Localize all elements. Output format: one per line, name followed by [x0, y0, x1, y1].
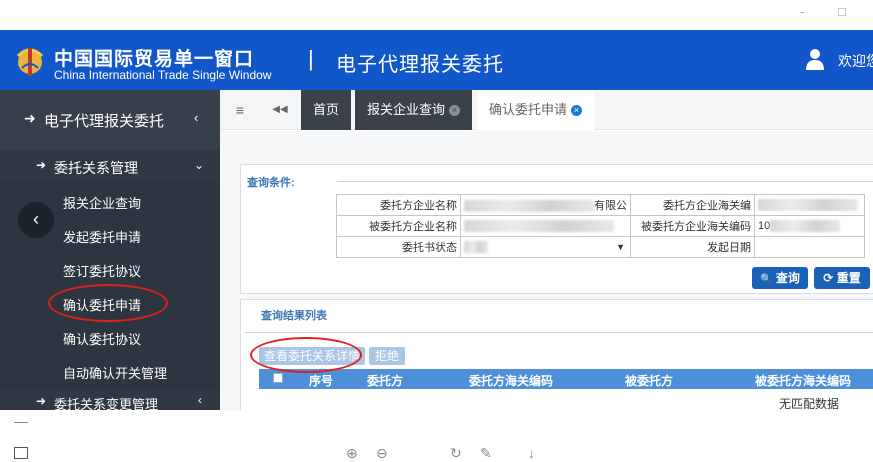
system-title: 电子代理报关委托: [336, 54, 504, 76]
viewer-toolbar: ⊕ ⊖ ↻ ✎ ↓: [0, 411, 873, 462]
window-titlebar: - □: [0, 0, 873, 30]
sidebar-item-label: 自动确认开关管理: [63, 366, 168, 381]
welcome-text[interactable]: 欢迎您: [838, 51, 873, 71]
tab-label: 首页: [313, 102, 340, 117]
column-header: 委托方: [367, 374, 404, 388]
sidebar-root-label: 电子代理报关委托: [44, 113, 165, 130]
tab-label: 确认委托申请: [489, 102, 568, 117]
site-title: 中国国际贸易单一窗口: [54, 49, 255, 70]
zoom-out-icon[interactable]: ⊖: [376, 445, 388, 462]
client-name-value: 有限公: [594, 200, 627, 212]
reset-button-label: 重置: [836, 271, 861, 285]
trustee-code-label: 被委托方企业海关编码: [630, 215, 755, 237]
column-header: 被委托方: [625, 374, 674, 388]
redacted-value: [758, 199, 858, 212]
tab-scroll-left-icon[interactable]: ◀◀: [260, 90, 300, 130]
close-icon[interactable]: ×: [449, 105, 461, 116]
column-header: 被委托方海关编码: [755, 374, 852, 388]
tab-home[interactable]: 首页: [301, 90, 352, 130]
sidebar-section-relation[interactable]: ➜ 委托关系管理 ⌄: [0, 150, 220, 182]
site-subtitle: China International Trade Single Window: [54, 68, 272, 82]
minimize-button[interactable]: -: [800, 4, 804, 19]
reject-button[interactable]: 拒绝: [369, 347, 405, 365]
title-separator: |: [308, 46, 314, 71]
start-date-input[interactable]: [754, 236, 865, 258]
empty-message: 无匹配数据: [779, 397, 840, 411]
query-table: 委托方企业名称 有限公 委托方企业海关编 被委托方企业名称 被委托方企业海关编码…: [336, 194, 865, 258]
trustee-name-input[interactable]: [460, 215, 631, 237]
reset-button[interactable]: ⟳ 重置: [814, 267, 870, 289]
divider: [245, 332, 873, 333]
results-legend: 查询结果列表: [259, 307, 329, 323]
sidebar-collapse-button[interactable]: ‹: [18, 202, 54, 238]
client-code-input[interactable]: [754, 194, 865, 216]
sidebar: ➜ 电子代理报关委托 ‹ ➜ 委托关系管理 ⌄ 报关企业查询 发起委托申请 签订…: [0, 90, 220, 412]
close-icon[interactable]: ×: [571, 105, 583, 116]
sidebar-item-label: 发起委托申请: [63, 230, 142, 245]
frame-icon[interactable]: [14, 447, 28, 459]
redacted-value: [464, 241, 488, 254]
select-all-checkbox[interactable]: [273, 373, 283, 383]
trustee-code-input[interactable]: 10: [754, 215, 865, 237]
sidebar-menu-root[interactable]: ➜ 电子代理报关委托 ‹: [0, 90, 220, 150]
sidebar-item-auto-confirm[interactable]: 自动确认开关管理: [0, 354, 220, 388]
chevron-left-icon: ‹: [194, 110, 199, 125]
trustee-code-value: 10: [758, 219, 771, 232]
highlight-circle: [250, 337, 362, 373]
results-header-row: 序号 委托方 委托方海关编码 被委托方 被委托方海关编码: [259, 369, 873, 389]
client-code-label: 委托方企业海关编: [630, 194, 755, 216]
column-header: 序号: [309, 374, 334, 388]
edit-icon[interactable]: ✎: [480, 445, 492, 462]
sidebar-item-confirm-agreement[interactable]: 确认委托协议: [0, 320, 220, 354]
chevron-down-icon: ⌄: [194, 158, 205, 172]
tab-label: 报关企业查询: [367, 102, 446, 117]
sidebar-section-change[interactable]: ➜ 委托关系变更管理 ‹: [0, 390, 220, 412]
sign-in-arrow-icon: ➜: [36, 158, 47, 172]
redacted-value: [464, 220, 614, 233]
tab-broker-query[interactable]: 报关企业查询 ×: [355, 90, 473, 130]
sidebar-item-label: 签订委托协议: [63, 264, 142, 279]
sidebar-item-label: 确认委托协议: [63, 332, 142, 347]
query-panel: 查询条件: 委托方企业名称 有限公 委托方企业海关编 被委托方企业名称 被委托方…: [240, 164, 873, 294]
sign-in-arrow-icon: ➜: [24, 110, 36, 126]
search-button-label: 查询: [775, 271, 800, 285]
divider: [14, 413, 28, 423]
redacted-value: [464, 200, 594, 213]
main-content: 查询条件: 委托方企业名称 有限公 委托方企业海关编 被委托方企业名称 被委托方…: [220, 131, 873, 419]
sidebar-section-label: 委托关系管理: [54, 160, 138, 176]
sidebar-item-sign-agreement[interactable]: 签订委托协议: [0, 252, 220, 286]
zoom-in-icon[interactable]: ⊕: [346, 445, 358, 462]
tab-bar: ≡ ◀◀ 首页 报关企业查询 × 确认委托申请 ×: [220, 90, 873, 130]
menu-toggle-icon[interactable]: ≡: [220, 90, 260, 130]
refresh-icon: ⟳: [823, 271, 834, 285]
status-select[interactable]: ▼: [460, 236, 631, 258]
chevron-left-icon: ‹: [198, 393, 202, 407]
search-button[interactable]: 🔍 查询: [752, 267, 808, 289]
user-icon[interactable]: [806, 48, 824, 70]
search-icon: 🔍: [760, 274, 773, 285]
maximize-button[interactable]: □: [838, 4, 846, 19]
query-legend: 查询条件:: [245, 174, 297, 190]
start-date-label: 发起日期: [630, 236, 755, 258]
customs-emblem-icon: [16, 48, 44, 76]
app-header: 中国国际贸易单一窗口 China International Trade Sin…: [0, 30, 873, 90]
sidebar-item-label: 报关企业查询: [63, 196, 142, 211]
trustee-name-label: 被委托方企业名称: [336, 215, 461, 237]
highlight-circle: [48, 284, 168, 322]
dropdown-arrow-icon: ▼: [616, 242, 625, 252]
status-label: 委托书状态: [336, 236, 461, 258]
refresh-icon[interactable]: ↻: [450, 445, 462, 462]
divider: [337, 181, 873, 182]
sign-in-arrow-icon: ➜: [36, 394, 47, 408]
client-name-label: 委托方企业名称: [336, 194, 461, 216]
redacted-value: [770, 220, 841, 233]
column-header: 委托方海关编码: [469, 374, 554, 388]
client-name-input[interactable]: 有限公: [460, 194, 631, 216]
tab-confirm-request[interactable]: 确认委托申请 ×: [477, 90, 595, 130]
